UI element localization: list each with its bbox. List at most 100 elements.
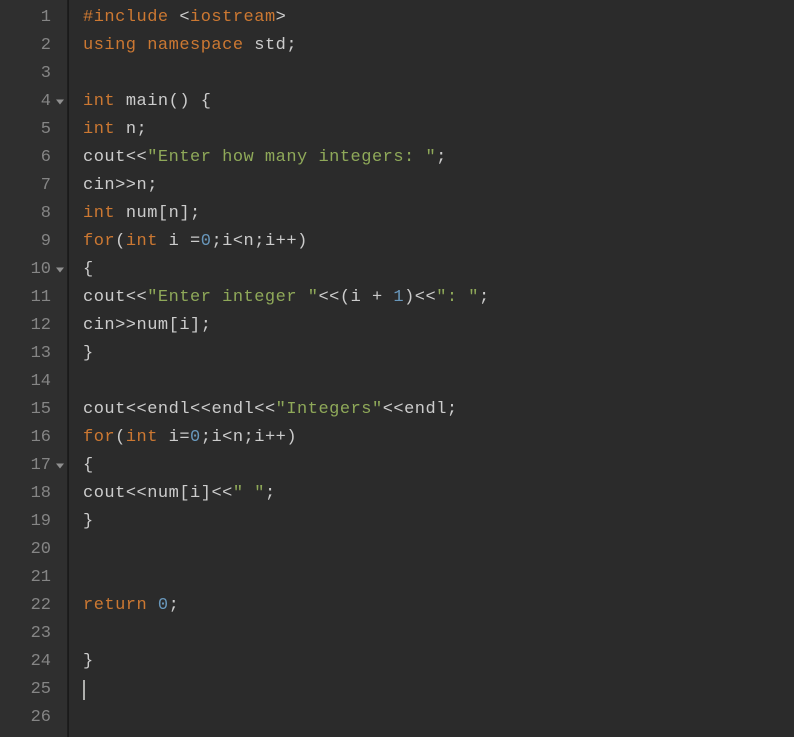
- code-token: ): [297, 228, 308, 256]
- code-token: for: [83, 424, 115, 452]
- code-line[interactable]: [83, 676, 794, 704]
- code-token: int: [126, 424, 158, 452]
- code-token: ;: [265, 480, 276, 508]
- line-number: 23: [0, 620, 61, 648]
- code-token: <: [233, 228, 244, 256]
- code-line[interactable]: for(int i=0;i<n;i++): [83, 424, 794, 452]
- code-token: <<: [126, 144, 147, 172]
- code-token: [115, 88, 126, 116]
- code-token: [244, 32, 255, 60]
- code-token: ): [404, 284, 415, 312]
- line-number: 4: [0, 88, 61, 116]
- code-token: int: [83, 88, 115, 116]
- code-line[interactable]: for(int i =0;i<n;i++): [83, 228, 794, 256]
- code-token: namespace: [147, 32, 243, 60]
- code-token: >: [276, 4, 287, 32]
- code-token: <<: [415, 284, 436, 312]
- code-token: std: [254, 32, 286, 60]
- code-line[interactable]: int num[n];: [83, 200, 794, 228]
- code-token: [147, 592, 158, 620]
- code-token: <<: [254, 396, 275, 424]
- code-line[interactable]: using namespace std;: [83, 32, 794, 60]
- code-token: int: [83, 116, 115, 144]
- code-token: ++: [276, 228, 297, 256]
- code-token: ];: [190, 312, 211, 340]
- code-line[interactable]: [83, 564, 794, 592]
- code-line[interactable]: return 0;: [83, 592, 794, 620]
- code-line[interactable]: [83, 60, 794, 88]
- code-token: #include: [83, 4, 179, 32]
- code-line[interactable]: {: [83, 256, 794, 284]
- line-number: 18: [0, 480, 61, 508]
- code-token: cin: [83, 172, 115, 200]
- code-line[interactable]: [83, 620, 794, 648]
- fold-marker-icon[interactable]: [56, 268, 64, 273]
- code-line[interactable]: cin>>n;: [83, 172, 794, 200]
- code-token: main: [126, 88, 169, 116]
- code-token: i: [190, 480, 201, 508]
- code-line[interactable]: }: [83, 648, 794, 676]
- code-token: ];: [179, 200, 200, 228]
- code-line[interactable]: cout<<num[i]<<" ";: [83, 480, 794, 508]
- code-line[interactable]: cout<<"Enter integer "<<(i + 1)<<": ";: [83, 284, 794, 312]
- code-token: }: [83, 648, 94, 676]
- code-line[interactable]: cout<<endl<<endl<<"Integers"<<endl;: [83, 396, 794, 424]
- line-number: 20: [0, 536, 61, 564]
- code-token: for: [83, 228, 115, 256]
- code-token: [137, 32, 148, 60]
- code-token: }: [83, 508, 94, 536]
- line-number: 5: [0, 116, 61, 144]
- line-number: 9: [0, 228, 61, 256]
- line-number-gutter: 1234567891011121314151617181920212223242…: [0, 0, 68, 737]
- line-number: 25: [0, 676, 61, 704]
- code-token: cout: [83, 480, 126, 508]
- code-line[interactable]: cout<<"Enter how many integers: ";: [83, 144, 794, 172]
- code-line[interactable]: [83, 704, 794, 732]
- code-token: ;: [201, 424, 212, 452]
- line-number: 15: [0, 396, 61, 424]
- code-token: ;: [169, 592, 180, 620]
- code-token: <<: [126, 396, 147, 424]
- code-token: 1: [393, 284, 404, 312]
- code-token: [158, 424, 169, 452]
- code-token: num: [147, 480, 179, 508]
- code-token: ;: [254, 228, 265, 256]
- code-line[interactable]: {: [83, 452, 794, 480]
- code-token: ;: [137, 116, 148, 144]
- fold-marker-icon[interactable]: [56, 100, 64, 105]
- code-line[interactable]: }: [83, 340, 794, 368]
- code-token: i: [351, 284, 362, 312]
- code-line[interactable]: [83, 368, 794, 396]
- code-token: i: [179, 312, 190, 340]
- code-token: iostream: [190, 4, 276, 32]
- code-line[interactable]: cin>>num[i];: [83, 312, 794, 340]
- code-token: endl: [404, 396, 447, 424]
- code-token: ": ": [436, 284, 479, 312]
- code-line[interactable]: int n;: [83, 116, 794, 144]
- code-token: ;: [436, 144, 447, 172]
- code-token: [361, 284, 372, 312]
- code-token: =: [179, 424, 190, 452]
- code-token: n: [244, 228, 255, 256]
- fold-marker-icon[interactable]: [56, 464, 64, 469]
- code-token: <<: [211, 480, 232, 508]
- code-token: endl: [211, 396, 254, 424]
- code-token: cout: [83, 144, 126, 172]
- code-token: <<: [318, 284, 339, 312]
- code-editor[interactable]: #include <iostream>using namespace std;i…: [68, 0, 794, 737]
- code-token: [179, 228, 190, 256]
- code-line[interactable]: [83, 536, 794, 564]
- code-line[interactable]: }: [83, 508, 794, 536]
- line-number: 22: [0, 592, 61, 620]
- code-token: (: [115, 228, 126, 256]
- code-token: ;: [147, 172, 158, 200]
- code-token: [: [158, 200, 169, 228]
- code-token: i: [211, 424, 222, 452]
- code-token: () {: [169, 88, 212, 116]
- code-token: cin: [83, 312, 115, 340]
- code-token: }: [83, 340, 94, 368]
- code-token: (: [340, 284, 351, 312]
- code-line[interactable]: int main() {: [83, 88, 794, 116]
- line-number: 17: [0, 452, 61, 480]
- code-line[interactable]: #include <iostream>: [83, 4, 794, 32]
